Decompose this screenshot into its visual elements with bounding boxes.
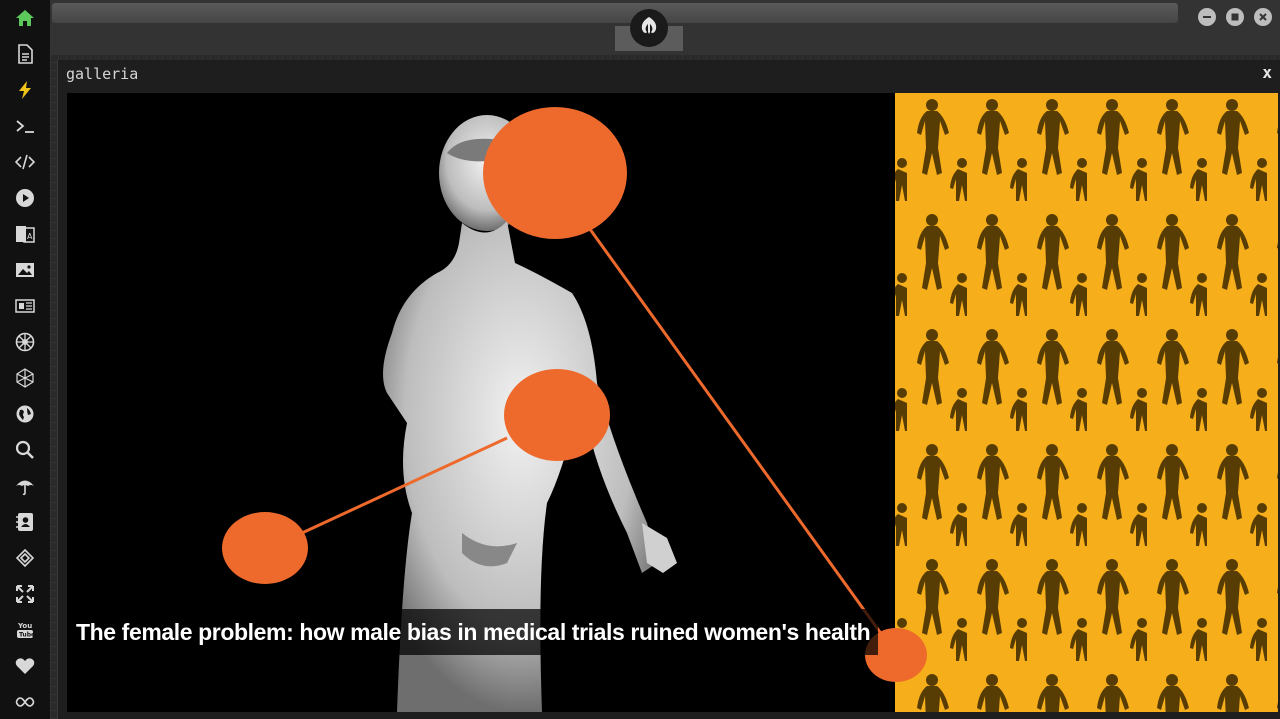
window-title: galleria xyxy=(66,65,139,83)
window-close-button[interactable]: x xyxy=(1262,63,1272,82)
code-icon[interactable] xyxy=(13,150,37,174)
top-bar xyxy=(50,0,1280,54)
address-bar[interactable] xyxy=(52,3,1178,23)
translate-icon[interactable]: A xyxy=(13,222,37,246)
minimize-icon[interactable] xyxy=(1198,8,1216,26)
empire-icon[interactable] xyxy=(13,330,37,354)
svg-text:Tube: Tube xyxy=(19,632,35,639)
youtube-icon[interactable]: You Tube xyxy=(13,618,37,642)
codepen-icon[interactable] xyxy=(13,546,37,570)
infinity-icon[interactable] xyxy=(13,690,37,714)
svg-text:You: You xyxy=(17,622,32,630)
document-icon[interactable] xyxy=(13,42,37,66)
highlight-circle-head xyxy=(483,107,627,239)
svg-text:A: A xyxy=(27,232,33,241)
lightning-icon[interactable] xyxy=(13,78,37,102)
home-icon[interactable] xyxy=(13,6,37,30)
globe-icon[interactable] xyxy=(13,402,37,426)
news-icon[interactable] xyxy=(13,294,37,318)
fullscreen-icon[interactable] xyxy=(13,582,37,606)
play-icon[interactable] xyxy=(13,186,37,210)
close-icon[interactable] xyxy=(1254,8,1272,26)
contacts-icon[interactable] xyxy=(13,510,37,534)
umbrella-icon[interactable] xyxy=(13,474,37,498)
highlight-circle-abdomen xyxy=(504,369,610,461)
highlight-circle-left xyxy=(222,512,308,584)
app-sidebar: A You Tube xyxy=(0,0,50,719)
terminal-icon[interactable] xyxy=(13,114,37,138)
network-icon[interactable] xyxy=(13,366,37,390)
rebel-alliance-icon[interactable] xyxy=(630,9,668,47)
maximize-icon[interactable] xyxy=(1226,8,1244,26)
image-icon[interactable] xyxy=(13,258,37,282)
gallery-caption: The female problem: how male bias in med… xyxy=(67,609,879,655)
search-icon[interactable] xyxy=(13,438,37,462)
heart-icon[interactable] xyxy=(13,654,37,678)
